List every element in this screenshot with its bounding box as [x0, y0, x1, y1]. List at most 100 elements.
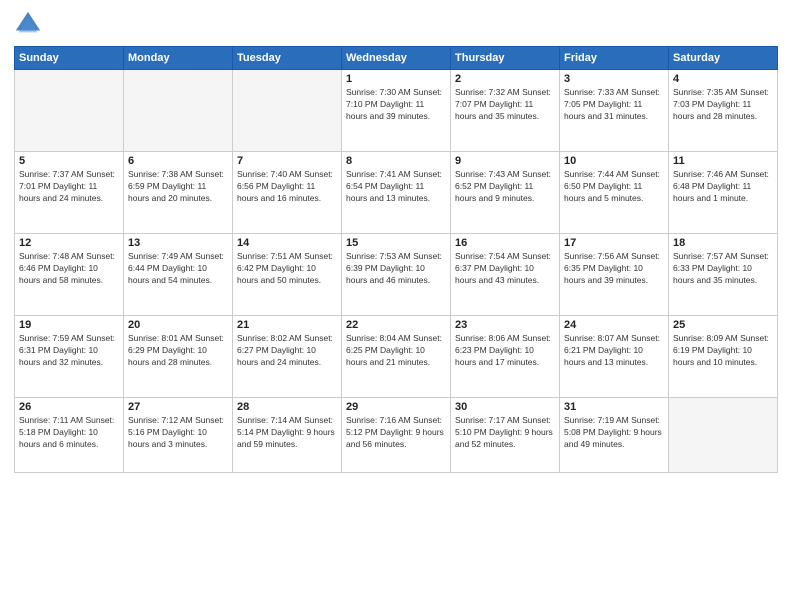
day-info: Sunrise: 7:12 AM Sunset: 5:16 PM Dayligh… [128, 415, 228, 451]
day-number: 18 [673, 237, 773, 249]
weekday-header-row: SundayMondayTuesdayWednesdayThursdayFrid… [15, 47, 778, 70]
day-cell: 16 Sunrise: 7:54 AM Sunset: 6:37 PM Dayli… [451, 234, 560, 316]
day-number: 14 [237, 237, 337, 249]
day-info: Sunrise: 7:41 AM Sunset: 6:54 PM Dayligh… [346, 169, 446, 205]
day-cell: 14Sunrise: 7:51 AM Sunset: 6:42 PM Dayli… [233, 234, 342, 316]
day-number: 25 [673, 319, 773, 331]
day-info: Sunrise: 7:14 AM Sunset: 5:14 PM Dayligh… [237, 415, 337, 451]
day-cell: 19 Sunrise: 7:59 AM Sunset: 6:31 PM Dayli… [15, 316, 124, 398]
weekday-header-wednesday: Wednesday [342, 47, 451, 70]
day-cell: 20Sunrise: 8:01 AM Sunset: 6:29 PM Dayli… [124, 316, 233, 398]
day-number: 15 [346, 237, 446, 249]
day-cell: 27 Sunrise: 7:12 AM Sunset: 5:16 PM Dayli… [124, 398, 233, 473]
day-info: Sunrise: 7:40 AM Sunset: 6:56 PM Dayligh… [237, 169, 337, 205]
day-number: 22 [346, 319, 446, 331]
day-info: Sunrise: 7:44 AM Sunset: 6:50 PM Dayligh… [564, 169, 664, 205]
calendar-table: SundayMondayTuesdayWednesdayThursdayFrid… [14, 46, 778, 473]
day-info: Sunrise: 8:02 AM Sunset: 6:27 PM Dayligh… [237, 333, 337, 369]
day-cell [15, 70, 124, 152]
day-cell: 9 Sunrise: 7:43 AM Sunset: 6:52 PM Daylig… [451, 152, 560, 234]
page: SundayMondayTuesdayWednesdayThursdayFrid… [0, 0, 792, 612]
day-number: 24 [564, 319, 664, 331]
day-cell: 12 Sunrise: 7:48 AM Sunset: 6:46 PM Dayli… [15, 234, 124, 316]
day-info: Sunrise: 7:38 AM Sunset: 6:59 PM Dayligh… [128, 169, 228, 205]
weekday-header-tuesday: Tuesday [233, 47, 342, 70]
day-cell: 2Sunrise: 7:32 AM Sunset: 7:07 PM Daylig… [451, 70, 560, 152]
day-cell: 25 Sunrise: 8:09 AM Sunset: 6:19 PM Dayli… [669, 316, 778, 398]
day-number: 26 [19, 401, 119, 413]
day-info: Sunrise: 8:06 AM Sunset: 6:23 PM Dayligh… [455, 333, 555, 369]
day-info: Sunrise: 8:09 AM Sunset: 6:19 PM Dayligh… [673, 333, 773, 369]
day-number: 16 [455, 237, 555, 249]
day-cell: 11 Sunrise: 7:46 AM Sunset: 6:48 PM Dayli… [669, 152, 778, 234]
day-cell: 10 Sunrise: 7:44 AM Sunset: 6:50 PM Dayli… [560, 152, 669, 234]
day-info: Sunrise: 7:11 AM Sunset: 5:18 PM Dayligh… [19, 415, 119, 451]
weekday-header-saturday: Saturday [669, 47, 778, 70]
day-cell: 18 Sunrise: 7:57 AM Sunset: 6:33 PM Dayli… [669, 234, 778, 316]
day-number: 6 [128, 155, 228, 167]
day-cell: 4 Sunrise: 7:35 AM Sunset: 7:03 PM Daylig… [669, 70, 778, 152]
day-number: 21 [237, 319, 337, 331]
day-cell: 22 Sunrise: 8:04 AM Sunset: 6:25 PM Dayli… [342, 316, 451, 398]
day-number: 27 [128, 401, 228, 413]
day-info: Sunrise: 7:48 AM Sunset: 6:46 PM Dayligh… [19, 251, 119, 287]
day-cell: 23 Sunrise: 8:06 AM Sunset: 6:23 PM Dayli… [451, 316, 560, 398]
day-cell: 31Sunrise: 7:19 AM Sunset: 5:08 PM Dayli… [560, 398, 669, 473]
day-number: 17 [564, 237, 664, 249]
weekday-header-monday: Monday [124, 47, 233, 70]
weekday-header-sunday: Sunday [15, 47, 124, 70]
day-info: Sunrise: 7:37 AM Sunset: 7:01 PM Dayligh… [19, 169, 119, 205]
week-row-1: 1Sunrise: 7:30 AM Sunset: 7:10 PM Daylig… [15, 70, 778, 152]
day-info: Sunrise: 7:49 AM Sunset: 6:44 PM Dayligh… [128, 251, 228, 287]
day-info: Sunrise: 7:35 AM Sunset: 7:03 PM Dayligh… [673, 87, 773, 123]
day-cell: 30 Sunrise: 7:17 AM Sunset: 5:10 PM Dayli… [451, 398, 560, 473]
day-info: Sunrise: 7:19 AM Sunset: 5:08 PM Dayligh… [564, 415, 664, 451]
day-info: Sunrise: 7:59 AM Sunset: 6:31 PM Dayligh… [19, 333, 119, 369]
day-number: 4 [673, 73, 773, 85]
day-cell: 24 Sunrise: 8:07 AM Sunset: 6:21 PM Dayli… [560, 316, 669, 398]
day-cell: 3Sunrise: 7:33 AM Sunset: 7:05 PM Daylig… [560, 70, 669, 152]
day-cell: 13 Sunrise: 7:49 AM Sunset: 6:44 PM Dayli… [124, 234, 233, 316]
day-cell: 26 Sunrise: 7:11 AM Sunset: 5:18 PM Dayli… [15, 398, 124, 473]
day-number: 10 [564, 155, 664, 167]
day-cell: 1Sunrise: 7:30 AM Sunset: 7:10 PM Daylig… [342, 70, 451, 152]
day-cell: 29Sunrise: 7:16 AM Sunset: 5:12 PM Dayli… [342, 398, 451, 473]
logo-icon [14, 10, 42, 38]
day-cell: 7 Sunrise: 7:40 AM Sunset: 6:56 PM Daylig… [233, 152, 342, 234]
logo [14, 10, 46, 38]
day-cell: 5 Sunrise: 7:37 AM Sunset: 7:01 PM Daylig… [15, 152, 124, 234]
day-info: Sunrise: 7:43 AM Sunset: 6:52 PM Dayligh… [455, 169, 555, 205]
day-number: 28 [237, 401, 337, 413]
day-number: 13 [128, 237, 228, 249]
weekday-header-friday: Friday [560, 47, 669, 70]
day-cell [669, 398, 778, 473]
day-number: 7 [237, 155, 337, 167]
day-number: 11 [673, 155, 773, 167]
day-number: 3 [564, 73, 664, 85]
day-info: Sunrise: 8:07 AM Sunset: 6:21 PM Dayligh… [564, 333, 664, 369]
day-number: 20 [128, 319, 228, 331]
day-cell [233, 70, 342, 152]
day-number: 19 [19, 319, 119, 331]
day-cell: 8Sunrise: 7:41 AM Sunset: 6:54 PM Daylig… [342, 152, 451, 234]
weekday-header-thursday: Thursday [451, 47, 560, 70]
day-number: 12 [19, 237, 119, 249]
day-info: Sunrise: 7:54 AM Sunset: 6:37 PM Dayligh… [455, 251, 555, 287]
week-row-5: 26 Sunrise: 7:11 AM Sunset: 5:18 PM Dayli… [15, 398, 778, 473]
day-cell: 28 Sunrise: 7:14 AM Sunset: 5:14 PM Dayli… [233, 398, 342, 473]
day-number: 23 [455, 319, 555, 331]
day-cell: 6 Sunrise: 7:38 AM Sunset: 6:59 PM Daylig… [124, 152, 233, 234]
day-number: 5 [19, 155, 119, 167]
day-info: Sunrise: 7:57 AM Sunset: 6:33 PM Dayligh… [673, 251, 773, 287]
day-info: Sunrise: 7:56 AM Sunset: 6:35 PM Dayligh… [564, 251, 664, 287]
day-cell: 15 Sunrise: 7:53 AM Sunset: 6:39 PM Dayli… [342, 234, 451, 316]
day-info: Sunrise: 7:17 AM Sunset: 5:10 PM Dayligh… [455, 415, 555, 451]
day-cell [124, 70, 233, 152]
day-info: Sunrise: 7:53 AM Sunset: 6:39 PM Dayligh… [346, 251, 446, 287]
day-info: Sunrise: 7:46 AM Sunset: 6:48 PM Dayligh… [673, 169, 773, 205]
day-number: 30 [455, 401, 555, 413]
day-info: Sunrise: 7:30 AM Sunset: 7:10 PM Dayligh… [346, 87, 446, 123]
day-info: Sunrise: 8:04 AM Sunset: 6:25 PM Dayligh… [346, 333, 446, 369]
week-row-2: 5 Sunrise: 7:37 AM Sunset: 7:01 PM Daylig… [15, 152, 778, 234]
day-number: 9 [455, 155, 555, 167]
